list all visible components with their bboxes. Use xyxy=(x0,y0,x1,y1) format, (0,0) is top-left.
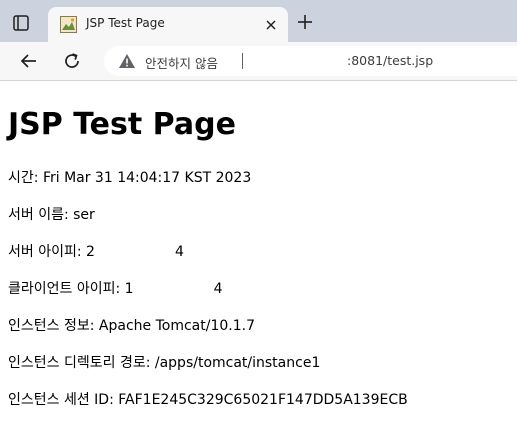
time-value: Fri Mar 31 14:04:17 KST 2023 xyxy=(42,170,252,186)
omnibox-divider xyxy=(242,53,243,69)
server-name-label: 서버 이름: xyxy=(8,207,69,223)
close-icon[interactable] xyxy=(264,17,278,31)
server-name-value: ser xyxy=(73,207,95,223)
time-line: 시간: Fri Mar 31 14:04:17 KST 2023 xyxy=(8,169,251,187)
url-text[interactable]: :8081/test.jsp xyxy=(347,53,433,68)
server-ip-line: 서버 아이피: 2 4 xyxy=(8,243,184,261)
server-ip-value: 2 4 xyxy=(86,244,184,260)
tab-title: JSP Test Page xyxy=(86,16,165,30)
instance-dir-line: 인스턴스 디렉토리 경로: /apps/tomcat/instance1 xyxy=(8,354,320,372)
instance-dir-value: /apps/tomcat/instance1 xyxy=(154,355,321,371)
instance-dir-label: 인스턴스 디렉토리 경로: xyxy=(8,355,151,371)
browser-window: JSP Test Page 안전하지 않음:8081/test.jsp JSP… xyxy=(0,0,517,428)
session-id-line: 인스턴스 세션 ID: FAF1E245C329C65021F147DD5A13… xyxy=(8,391,408,409)
client-ip-label: 클라이언트 아이피: xyxy=(8,281,121,297)
plus-icon[interactable] xyxy=(297,14,313,30)
address-bar[interactable]: 안전하지 않음 :8081/test.jsp xyxy=(104,46,517,76)
session-id-value: FAF1E245C329C65021F147DD5A139ECB xyxy=(118,392,408,408)
tab-active[interactable]: JSP Test Page xyxy=(48,7,288,42)
browser-toolbar: 안전하지 않음 :8081/test.jsp xyxy=(0,42,517,81)
page-content: JSP Test Page 시간: Fri Mar 31 14:04:17 KS… xyxy=(0,81,517,428)
security-status-label[interactable]: 안전하지 않음 xyxy=(145,53,218,72)
instance-info-label: 인스턴스 정보: xyxy=(8,318,95,334)
session-id-label: 인스턴스 세션 ID: xyxy=(8,392,114,408)
server-name-line: 서버 이름: ser xyxy=(8,206,95,224)
client-ip-value: 1 4 xyxy=(124,281,223,297)
reload-icon[interactable] xyxy=(62,51,82,71)
page-title: JSP Test Page xyxy=(8,107,236,142)
client-ip-line: 클라이언트 아이피: 1 4 xyxy=(8,280,223,298)
instance-info-value: Apache Tomcat/10.1.7 xyxy=(98,318,255,334)
tab-strip: JSP Test Page xyxy=(0,0,517,42)
back-arrow-icon[interactable] xyxy=(19,51,39,71)
instance-info-line: 인스턴스 정보: Apache Tomcat/10.1.7 xyxy=(8,317,255,335)
server-ip-label: 서버 아이피: xyxy=(8,244,82,260)
tab-actions-icon[interactable] xyxy=(11,13,31,33)
time-label: 시간: xyxy=(8,170,39,186)
warning-icon[interactable] xyxy=(118,53,136,69)
image-favicon-icon xyxy=(60,16,77,33)
